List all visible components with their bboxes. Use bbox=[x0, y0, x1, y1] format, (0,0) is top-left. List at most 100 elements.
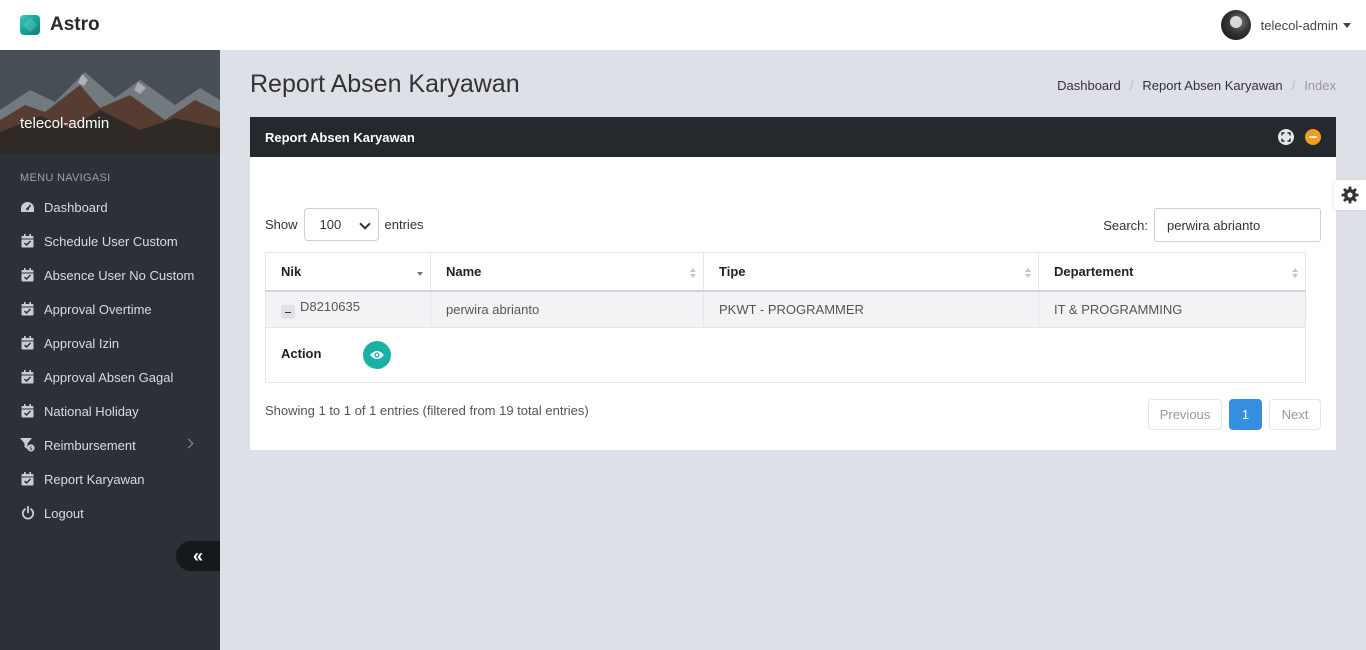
brand-name: Astro bbox=[50, 14, 100, 35]
sidebar-item-label: Approval Izin bbox=[44, 335, 120, 351]
cell-name: perwira abrianto bbox=[430, 290, 704, 328]
sidebar-username: telecol-admin bbox=[20, 115, 110, 132]
calendar-check-icon bbox=[20, 370, 35, 385]
column-header-name[interactable]: Name bbox=[430, 252, 704, 292]
column-header-tipe[interactable]: Tipe bbox=[703, 252, 1039, 292]
sidebar-item-logout[interactable]: Logout bbox=[0, 496, 220, 530]
sidebar-item-label: National Holiday bbox=[44, 403, 139, 419]
collapse-row-icon[interactable] bbox=[281, 305, 295, 320]
avatar bbox=[1220, 10, 1251, 40]
theme-settings-button[interactable] bbox=[1334, 180, 1366, 210]
search-label: Search: bbox=[1103, 217, 1148, 233]
breadcrumb: Dashboard / Report Absen Karyawan / Inde… bbox=[1057, 78, 1336, 93]
sidebar-item-national-holiday[interactable]: National Holiday bbox=[0, 394, 220, 428]
next-button[interactable]: Next bbox=[1269, 399, 1321, 430]
column-header-label: Tipe bbox=[719, 263, 746, 279]
sidebar: telecol-admin MENU NAVIGASI Dashboard Sc… bbox=[0, 50, 220, 650]
pagination: Previous 1 Next bbox=[1141, 399, 1321, 430]
breadcrumb-separator: / bbox=[1291, 78, 1296, 93]
sidebar-item-approval-overtime[interactable]: Approval Overtime bbox=[0, 292, 220, 326]
sidebar-item-label: Logout bbox=[44, 505, 84, 521]
eye-icon bbox=[369, 351, 384, 359]
entries-length: Show 100 entries bbox=[265, 208, 424, 241]
search-input[interactable] bbox=[1154, 208, 1321, 242]
sidebar-item-report-karyawan[interactable]: Report Karyawan bbox=[0, 462, 220, 496]
report-table: Nik Name Tipe Departement D8210635 perwi… bbox=[265, 252, 1306, 383]
menu-title: MENU NAVIGASI bbox=[20, 172, 111, 184]
calendar-check-icon bbox=[20, 302, 35, 317]
caret-down-icon bbox=[1343, 22, 1351, 28]
sidebar-item-absence-user-no-custom[interactable]: Absence User No Custom bbox=[0, 258, 220, 292]
calendar-check-icon bbox=[20, 268, 35, 283]
table-header-row: Nik Name Tipe Departement bbox=[265, 252, 1306, 292]
sort-desc-icon bbox=[417, 268, 423, 278]
chevron-right-icon bbox=[183, 438, 194, 449]
breadcrumb-dashboard[interactable]: Dashboard bbox=[1057, 78, 1121, 93]
collapse-panel-button[interactable] bbox=[1305, 129, 1321, 145]
column-header-departement[interactable]: Departement bbox=[1038, 252, 1306, 292]
sort-icon bbox=[1292, 268, 1298, 278]
user-name: telecol-admin bbox=[1260, 17, 1338, 33]
table-info: Showing 1 to 1 of 1 entries (filtered fr… bbox=[265, 403, 589, 418]
column-header-label: Nik bbox=[281, 263, 302, 279]
calendar-check-icon bbox=[20, 336, 35, 351]
column-header-label: Departement bbox=[1054, 263, 1134, 279]
calendar-check-icon bbox=[20, 472, 35, 487]
panel-header: Report Absen Karyawan bbox=[250, 117, 1336, 157]
sort-icon bbox=[1025, 268, 1031, 278]
entries-select-value: 100 bbox=[319, 217, 342, 232]
nik-value: D8210635 bbox=[300, 299, 360, 315]
sidebar-item-reimbursement[interactable]: $ Reimbursement bbox=[0, 428, 220, 462]
column-header-label: Name bbox=[446, 263, 482, 279]
entries-select[interactable]: 100 bbox=[303, 208, 379, 241]
filter-money-icon: $ bbox=[20, 438, 35, 453]
brand-logo bbox=[20, 15, 40, 35]
entries-label: entries bbox=[384, 217, 424, 232]
breadcrumb-report-absen-karyawan[interactable]: Report Absen Karyawan bbox=[1142, 78, 1282, 93]
gear-icon bbox=[1341, 186, 1359, 204]
double-chevron-left-icon: « bbox=[192, 545, 203, 566]
sidebar-profile: telecol-admin bbox=[0, 50, 220, 154]
expand-icon bbox=[1281, 132, 1291, 142]
column-header-nik[interactable]: Nik bbox=[265, 252, 431, 292]
sidebar-item-label: Schedule User Custom bbox=[44, 233, 178, 249]
brand[interactable]: Astro bbox=[20, 14, 100, 36]
calendar-check-icon bbox=[20, 234, 35, 249]
panel-title: Report Absen Karyawan bbox=[265, 129, 415, 145]
breadcrumb-separator: / bbox=[1129, 78, 1134, 93]
sort-icon bbox=[690, 268, 696, 278]
child-row-cell: Action bbox=[265, 327, 1306, 383]
calendar-check-icon bbox=[20, 404, 35, 419]
sidebar-item-schedule-user-custom[interactable]: Schedule User Custom bbox=[0, 224, 220, 258]
power-icon bbox=[20, 506, 35, 521]
sidebar-item-approval-izin[interactable]: Approval Izin bbox=[0, 326, 220, 360]
user-menu[interactable]: telecol-admin bbox=[1220, 10, 1351, 40]
sidebar-item-label: Reimbursement bbox=[44, 437, 136, 453]
sidebar-item-approval-absen-gagal[interactable]: Approval Absen Gagal bbox=[0, 360, 220, 394]
previous-button[interactable]: Previous bbox=[1148, 399, 1222, 430]
svg-text:$: $ bbox=[29, 446, 33, 452]
table-search: Search: bbox=[1103, 208, 1321, 242]
cell-nik: D8210635 bbox=[265, 290, 431, 328]
expand-button[interactable] bbox=[1278, 129, 1294, 145]
mountain-background bbox=[0, 50, 220, 154]
cell-tipe: PKWT - PROGRAMMER bbox=[703, 290, 1039, 328]
top-navbar: Astro telecol-admin bbox=[0, 0, 1366, 50]
dashboard-icon bbox=[20, 200, 35, 215]
sidebar-item-dashboard[interactable]: Dashboard bbox=[0, 190, 220, 224]
sidebar-collapse-button[interactable]: « bbox=[176, 541, 220, 571]
page-1-button[interactable]: 1 bbox=[1229, 399, 1262, 430]
sidebar-item-label: Report Karyawan bbox=[44, 471, 145, 487]
view-button[interactable] bbox=[362, 341, 391, 369]
sidebar-item-label: Approval Overtime bbox=[44, 301, 152, 317]
page-title: Report Absen Karyawan bbox=[250, 70, 520, 98]
sidebar-item-label: Absence User No Custom bbox=[44, 267, 195, 283]
table-row: D8210635 perwira abrianto PKWT - PROGRAM… bbox=[265, 290, 1306, 328]
report-panel: Report Absen Karyawan Show 100 entries S… bbox=[250, 117, 1336, 450]
breadcrumb-index: Index bbox=[1304, 78, 1336, 93]
action-label: Action bbox=[281, 346, 322, 362]
sidebar-item-label: Dashboard bbox=[44, 199, 108, 215]
cell-departement: IT & PROGRAMMING bbox=[1038, 290, 1306, 328]
child-row: Action bbox=[265, 327, 1306, 383]
show-label: Show bbox=[265, 217, 298, 232]
